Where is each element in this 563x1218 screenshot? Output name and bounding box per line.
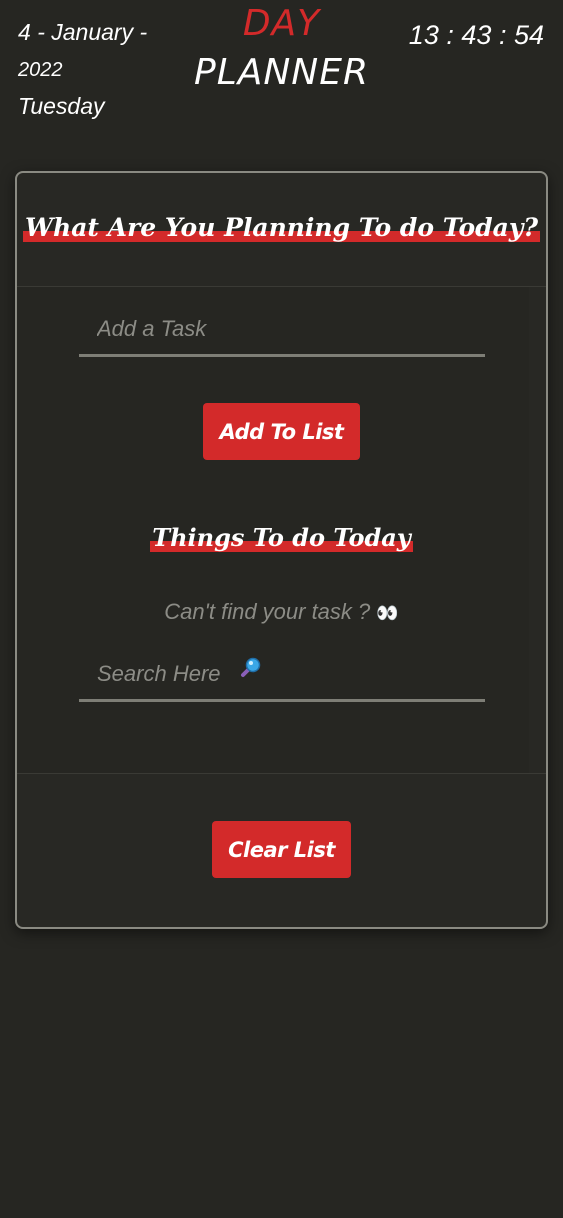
card-heading-text: What Are You Planning To do Today? xyxy=(22,213,541,242)
clear-list-button[interactable]: Clear List xyxy=(212,821,351,878)
search-hint-text: Can't find your task ? xyxy=(164,599,371,624)
list-heading: Things To do Today xyxy=(17,523,546,552)
clock-seconds: 54 xyxy=(513,20,544,50)
search-input[interactable] xyxy=(79,649,485,699)
clock-colon: : xyxy=(446,20,462,50)
list-heading-text: Things To do Today xyxy=(150,523,413,552)
app-title-planner: PLANNER xyxy=(193,52,369,93)
search-field xyxy=(79,649,485,702)
clock-minutes: 43 xyxy=(461,20,492,50)
clock-hours: 13 xyxy=(408,20,439,50)
date-weekday: Tuesday xyxy=(18,93,105,119)
task-input[interactable] xyxy=(79,304,485,354)
magnifier-icon xyxy=(241,657,261,677)
planner-card: What Are You Planning To do Today? Add T… xyxy=(15,171,548,929)
card-divider-top xyxy=(17,286,546,287)
card-divider-bottom xyxy=(17,773,546,774)
card-heading: What Are You Planning To do Today? xyxy=(17,213,546,242)
add-to-list-button[interactable]: Add To List xyxy=(203,403,360,460)
clock: 13 : 43 : 54 xyxy=(409,20,544,51)
clock-colon: : xyxy=(498,20,514,50)
task-field xyxy=(79,304,485,357)
eyes-icon: 👀 xyxy=(376,603,399,623)
search-hint: Can't find your task ? 👀 xyxy=(17,599,546,625)
